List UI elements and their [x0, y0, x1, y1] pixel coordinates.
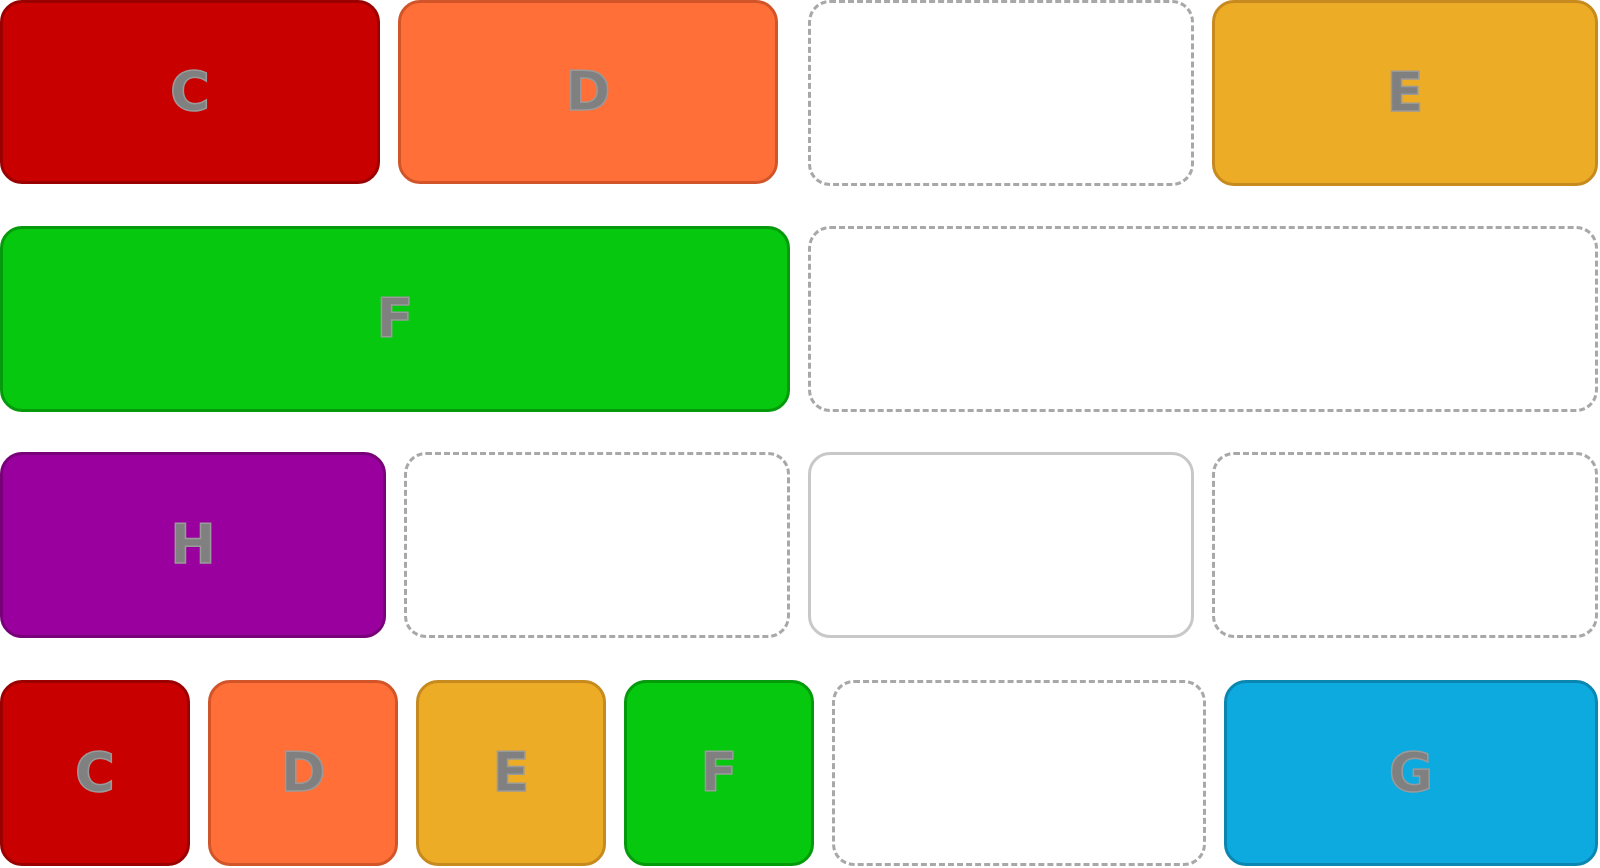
tile-d-small[interactable]: D	[208, 680, 398, 866]
tile-e-small[interactable]: E	[416, 680, 606, 866]
tile-letter: F	[376, 287, 414, 350]
tile-letter: C	[74, 741, 115, 804]
tile-e[interactable]: E	[1212, 0, 1598, 186]
tile-letter: E	[492, 741, 530, 804]
empty-slot[interactable]	[1212, 452, 1598, 638]
tile-c-small[interactable]: C	[0, 680, 190, 866]
tile-g[interactable]: G	[1224, 680, 1598, 866]
empty-slot[interactable]	[808, 0, 1194, 186]
tile-h[interactable]: H	[0, 452, 386, 638]
tile-letter: G	[1388, 741, 1434, 804]
empty-slot-highlighted[interactable]	[808, 452, 1194, 638]
empty-slot-wide[interactable]	[808, 226, 1598, 412]
empty-slot[interactable]	[404, 452, 790, 638]
tile-letter: F	[700, 741, 738, 804]
tile-letter: C	[169, 60, 210, 123]
tile-letter: E	[1386, 61, 1424, 124]
tile-f-wide[interactable]: F	[0, 226, 790, 412]
tile-letter: D	[280, 741, 326, 804]
empty-slot[interactable]	[832, 680, 1206, 866]
tile-d[interactable]: D	[398, 0, 778, 184]
puzzle-board: C D E F H C D E F G	[0, 0, 1600, 868]
tile-letter: D	[565, 60, 611, 123]
tile-f-small[interactable]: F	[624, 680, 814, 866]
tile-letter: H	[170, 513, 217, 576]
tile-c[interactable]: C	[0, 0, 380, 184]
